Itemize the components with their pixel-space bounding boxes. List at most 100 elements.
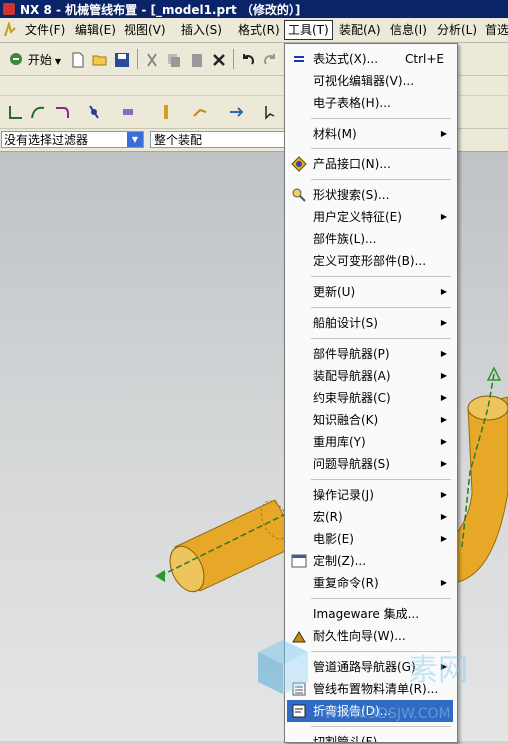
menu-item-repeat-command[interactable]: 重复命令(R) ▶: [287, 572, 453, 594]
submenu-arrow-icon: ▶: [440, 459, 447, 468]
menu-item-label: 材料(M): [313, 127, 357, 141]
submenu-arrow-icon: ▶: [440, 578, 447, 587]
connector-icon[interactable]: [228, 104, 244, 120]
menu-item-movie[interactable]: 电影(E) ▶: [287, 528, 453, 550]
menu-item-route-navigator[interactable]: 管道通路导航器(G) ▶: [287, 656, 453, 678]
submenu-arrow-icon: ▶: [440, 349, 447, 358]
menu-item-label: 耐久性向导(W)...: [313, 629, 406, 643]
menu-item-routing-bom[interactable]: 管线布置物料清单(R)...: [287, 678, 453, 700]
toolbar-separator: [233, 49, 234, 69]
selection-scope-value: 整个装配: [154, 133, 203, 147]
menu-item-reuse-library[interactable]: 重用库(Y) ▶: [287, 431, 453, 453]
menu-assembly[interactable]: 装配(A): [336, 21, 384, 39]
menu-item-label: 船舶设计(S): [313, 316, 378, 330]
copy-icon[interactable]: [166, 52, 182, 68]
menu-item-imageware[interactable]: Imageware 集成...: [287, 603, 453, 625]
menu-item-update[interactable]: 更新(U) ▶: [287, 281, 453, 303]
menu-item-product-interface[interactable]: 产品接口(N)...: [287, 153, 453, 175]
menu-item-assembly-navigator[interactable]: 装配导航器(A) ▶: [287, 365, 453, 387]
stock-icon[interactable]: [120, 104, 136, 120]
menu-analysis[interactable]: 分析(L): [434, 21, 480, 39]
submenu-arrow-icon: ▶: [440, 393, 447, 402]
menu-item-label: 部件导航器(P): [313, 347, 390, 361]
segment-icon[interactable]: [158, 104, 174, 120]
menu-info[interactable]: 信息(I): [387, 21, 430, 39]
durability-icon: [292, 631, 306, 643]
redo-icon[interactable]: [262, 52, 278, 68]
shape-search-icon: [292, 188, 306, 202]
assign-icon[interactable]: [192, 104, 208, 120]
menu-item-label: 部件族(L)...: [313, 232, 377, 246]
menu-item-spreadsheet[interactable]: 电子表格(H)...: [287, 92, 453, 114]
type-filter-select[interactable]: 没有选择过滤器 ▼: [1, 131, 144, 148]
nx-start-icon[interactable]: [3, 22, 17, 38]
menu-item-label: 形状搜索(S)...: [313, 188, 390, 202]
menu-edit[interactable]: 编辑(E): [72, 21, 119, 39]
fitting-icon[interactable]: [86, 104, 102, 120]
menu-item-journal[interactable]: 操作记录(J) ▶: [287, 484, 453, 506]
path-icon[interactable]: [8, 104, 24, 120]
customize-icon: [291, 554, 307, 568]
undo-icon[interactable]: [240, 52, 256, 68]
menu-item-customize[interactable]: 定制(Z)...: [287, 550, 453, 572]
paste-icon[interactable]: [189, 52, 205, 68]
menu-item-label: 管线布置物料清单(R)...: [313, 682, 439, 696]
menu-item-user-defined-feature[interactable]: 用户定义特征(E) ▶: [287, 206, 453, 228]
menu-separator: [311, 148, 451, 149]
new-file-icon[interactable]: [70, 52, 86, 68]
menu-tools[interactable]: 工具(T): [284, 20, 333, 40]
menu-item-durability-wizard[interactable]: 耐久性向导(W)...: [287, 625, 453, 647]
chevron-down-icon[interactable]: ▼: [127, 132, 143, 147]
submenu-arrow-icon: ▶: [440, 129, 447, 138]
menu-view[interactable]: 视图(V): [121, 21, 169, 39]
cut-icon[interactable]: [144, 52, 160, 68]
submenu-arrow-icon: ▶: [440, 371, 447, 380]
equals-icon: [294, 56, 304, 62]
menu-item-part-navigator[interactable]: 部件导航器(P) ▶: [287, 343, 453, 365]
start-icon: [10, 53, 22, 65]
menu-item-label: 折弯报告(D)...: [313, 704, 392, 718]
menu-item-label: 管道通路导航器(G): [313, 660, 416, 674]
menu-item-materials[interactable]: 材料(M) ▶: [287, 123, 453, 145]
menu-item-label: 定义可变形部件(B)...: [313, 254, 427, 268]
menu-file[interactable]: 文件(F): [22, 21, 68, 39]
submenu-arrow-icon: ▶: [440, 415, 447, 424]
toolbar-separator: [137, 49, 138, 69]
menu-item-label: 定制(Z)...: [313, 554, 367, 568]
menu-item-knowledge-fusion[interactable]: 知识融合(K) ▶: [287, 409, 453, 431]
menu-item-expression[interactable]: 表达式(X)... Ctrl+E: [287, 48, 453, 70]
submenu-arrow-icon: ▶: [440, 662, 447, 671]
submenu-arrow-icon: ▶: [440, 318, 447, 327]
menu-item-issue-navigator[interactable]: 问题导航器(S) ▶: [287, 453, 453, 475]
menu-item-shape-search[interactable]: 形状搜索(S)...: [287, 184, 453, 206]
menu-item-ship-design[interactable]: 船舶设计(S) ▶: [287, 312, 453, 334]
menu-item-deformable-part[interactable]: 定义可变形部件(B)...: [287, 250, 453, 272]
menu-item-visual-editor[interactable]: 可视化编辑器(V)...: [287, 70, 453, 92]
menu-insert[interactable]: 插入(S): [178, 21, 225, 39]
start-label: 开始: [27, 53, 52, 67]
selection-scope-select[interactable]: 整个装配: [150, 131, 288, 148]
spline-path-icon[interactable]: [30, 104, 46, 120]
menu-item-label: 产品接口(N)...: [313, 157, 391, 171]
cursor-icon[interactable]: [262, 104, 278, 120]
save-icon[interactable]: [114, 52, 130, 68]
menu-item-cut-pipe[interactable]: 切割管斗(F)...: [287, 731, 453, 742]
menu-item-constraint-navigator[interactable]: 约束导航器(C) ▶: [287, 387, 453, 409]
menu-format[interactable]: 格式(R): [235, 21, 283, 39]
delete-icon[interactable]: [211, 52, 227, 68]
menu-item-label: 重用库(Y): [313, 435, 366, 449]
menu-separator: [311, 338, 451, 339]
menu-item-label: 表达式(X)...: [313, 52, 379, 66]
open-folder-icon[interactable]: [92, 52, 108, 68]
title-bar: NX 8 - 机械管线布置 - [_model1.prt （修改的）]: [0, 0, 508, 18]
pipe-segment-left[interactable]: [155, 497, 301, 597]
submenu-arrow-icon: ▶: [440, 212, 447, 221]
bend-corner-icon[interactable]: [54, 104, 70, 120]
menu-item-macro[interactable]: 宏(R) ▶: [287, 506, 453, 528]
menu-preferences[interactable]: 首选: [482, 21, 508, 39]
tools-dropdown-menu: 表达式(X)... Ctrl+E 可视化编辑器(V)... 电子表格(H)...…: [284, 43, 458, 743]
menu-item-part-family[interactable]: 部件族(L)...: [287, 228, 453, 250]
start-button[interactable]: 开始 ▼: [8, 51, 61, 69]
submenu-arrow-icon: ▶: [440, 437, 447, 446]
menu-item-bend-report[interactable]: 折弯报告(D)...: [287, 700, 453, 722]
